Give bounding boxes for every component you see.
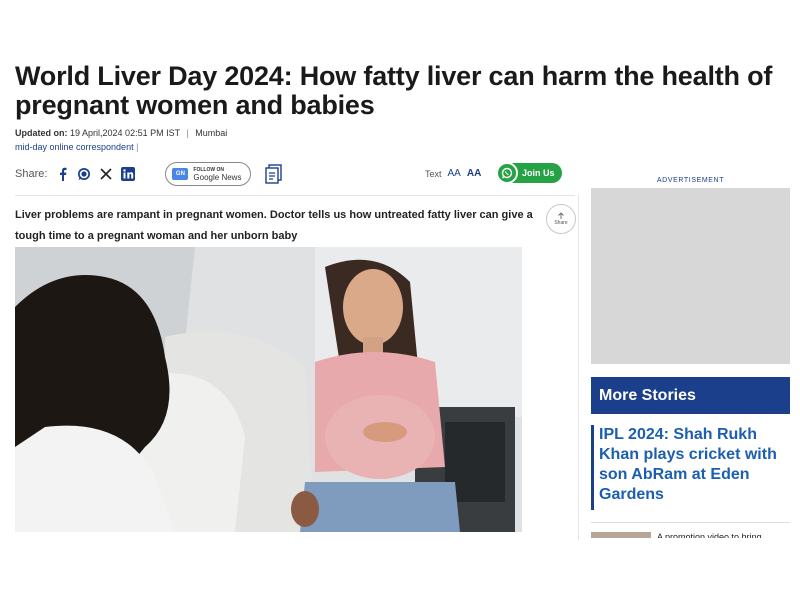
text-size-label: Text bbox=[425, 168, 442, 179]
story-item[interactable]: IPL 2024: Shah Rukh Khan plays cricket w… bbox=[591, 425, 790, 510]
advertisement-slot[interactable] bbox=[591, 188, 790, 364]
location: Mumbai bbox=[195, 128, 228, 138]
page-bottom-blank bbox=[0, 540, 800, 600]
join-us-button[interactable]: Join Us bbox=[496, 162, 562, 184]
more-stories-header: More Stories bbox=[591, 377, 790, 414]
meta-separator: | bbox=[186, 128, 189, 138]
facebook-icon[interactable] bbox=[57, 167, 69, 181]
share-bar: Share: GN FOLLOW ON Google News bbox=[15, 160, 575, 188]
share-divider bbox=[15, 195, 575, 196]
share-circle-label: Share bbox=[554, 220, 568, 226]
author-pipe: | bbox=[136, 142, 139, 152]
text-size-decrease[interactable]: AA bbox=[448, 168, 461, 179]
google-news-button[interactable]: GN FOLLOW ON Google News bbox=[165, 162, 252, 186]
epaper-icon[interactable] bbox=[265, 164, 283, 184]
text-size-increase[interactable]: AA bbox=[467, 168, 481, 179]
article-standfirst: Liver problems are rampant in pregnant w… bbox=[15, 209, 533, 242]
article-hero-image bbox=[15, 247, 522, 532]
share-icon bbox=[558, 212, 564, 219]
author-link[interactable]: mid-day online correspondent bbox=[15, 142, 134, 152]
x-icon[interactable] bbox=[99, 167, 113, 181]
share-label: Share: bbox=[15, 168, 48, 180]
updated-label: Updated on: bbox=[15, 128, 68, 138]
join-us-label: Join Us bbox=[522, 168, 555, 178]
whatsapp-icon[interactable] bbox=[77, 167, 91, 181]
floating-share-button[interactable]: Share bbox=[546, 204, 576, 234]
author-line: mid-day online correspondent | bbox=[15, 142, 138, 152]
text-size-controls: Text AA AA bbox=[425, 168, 481, 179]
whatsapp-join-icon bbox=[496, 162, 518, 184]
google-news-icon: GN bbox=[172, 168, 189, 180]
column-divider bbox=[578, 195, 579, 540]
advertisement-label: ADVERTISEMENT bbox=[656, 177, 725, 184]
story-2-title[interactable]: A promotion video to bring bbox=[657, 533, 762, 539]
google-news-bottom: Google News bbox=[193, 173, 242, 182]
article-meta: Updated on: 19 April,2024 02:51 PM IST |… bbox=[15, 128, 227, 138]
linkedin-icon[interactable] bbox=[121, 167, 136, 181]
story-thumbnail bbox=[591, 532, 651, 538]
article-headline: World Liver Day 2024: How fatty liver ca… bbox=[15, 61, 773, 120]
updated-value: 19 April,2024 02:51 PM IST bbox=[70, 128, 180, 138]
story-divider bbox=[591, 522, 790, 523]
google-news-text: FOLLOW ON Google News bbox=[193, 166, 241, 182]
story-item-2[interactable]: A promotion video to bring bbox=[591, 532, 790, 538]
story-title[interactable]: IPL 2024: Shah Rukh Khan plays cricket w… bbox=[599, 425, 790, 505]
